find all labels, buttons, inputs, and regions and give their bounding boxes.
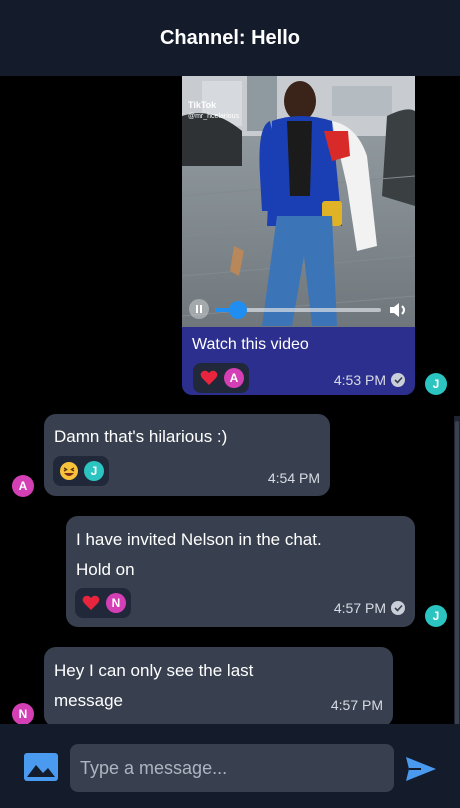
author-avatar[interactable]: A — [12, 475, 34, 497]
volume-icon[interactable] — [388, 300, 410, 320]
channel-header: Channel: Hello — [0, 0, 460, 76]
tiktok-logo: TikTok @mr_hcelarious — [188, 100, 239, 122]
reaction-bar[interactable]: N — [75, 588, 131, 618]
laughing-face-icon[interactable] — [58, 460, 80, 482]
channel-title: Channel: Hello — [159, 26, 300, 49]
pause-icon — [196, 305, 202, 313]
author-avatar[interactable]: N — [12, 703, 34, 724]
heart-icon[interactable] — [80, 592, 102, 614]
message-time-text: 4:53 PM — [333, 372, 386, 388]
video-player[interactable]: TikTok @mr_hcelarious — [182, 76, 415, 327]
read-check-icon — [391, 601, 405, 615]
video-caption: Watch this video — [192, 336, 309, 353]
video-message[interactable]: TikTok @mr_hcelarious Watch this video A — [182, 76, 415, 395]
message-text: Damn that's hilarious :) — [54, 427, 228, 446]
message-time: 4:57 PM — [334, 600, 405, 616]
reaction-bar[interactable]: A — [193, 363, 249, 393]
tiktok-watermark: TikTok — [188, 100, 217, 110]
pause-button[interactable] — [189, 299, 209, 319]
message-composer — [0, 724, 460, 808]
message-bubble[interactable]: Damn that's hilarious :) J 4:54 PM — [44, 414, 330, 496]
send-icon[interactable] — [404, 755, 438, 783]
author-avatar[interactable]: J — [425, 373, 447, 395]
tiktok-handle: @mr_hcelarious — [188, 113, 240, 120]
reactor-avatar: N — [106, 593, 126, 613]
read-check-icon — [391, 373, 405, 387]
heart-icon[interactable] — [198, 367, 220, 389]
message-time-text: 4:57 PM — [333, 600, 386, 616]
reaction-bar[interactable]: J — [53, 456, 109, 486]
image-upload-icon[interactable] — [23, 752, 59, 782]
message-time: 4:53 PM — [334, 372, 405, 388]
author-avatar[interactable]: J — [425, 605, 447, 627]
message-time: 4:54 PM — [267, 470, 320, 486]
scrollbar-thumb[interactable] — [455, 421, 459, 724]
reactor-avatar: J — [84, 461, 104, 481]
message-text: I have invited Nelson in the chat. Hold … — [76, 530, 322, 579]
message-list[interactable]: TikTok @mr_hcelarious Watch this video A — [0, 76, 460, 724]
message-time: 4:57 PM — [330, 697, 383, 713]
reactor-avatar: A — [224, 368, 244, 388]
message-bubble[interactable]: I have invited Nelson in the chat. Hold … — [66, 516, 415, 627]
video-progress-handle[interactable] — [229, 301, 247, 319]
message-input[interactable] — [70, 744, 394, 792]
message-text: Hey I can only see the last message — [54, 661, 254, 710]
message-bubble[interactable]: Hey I can only see the last message 4:57… — [44, 647, 393, 724]
